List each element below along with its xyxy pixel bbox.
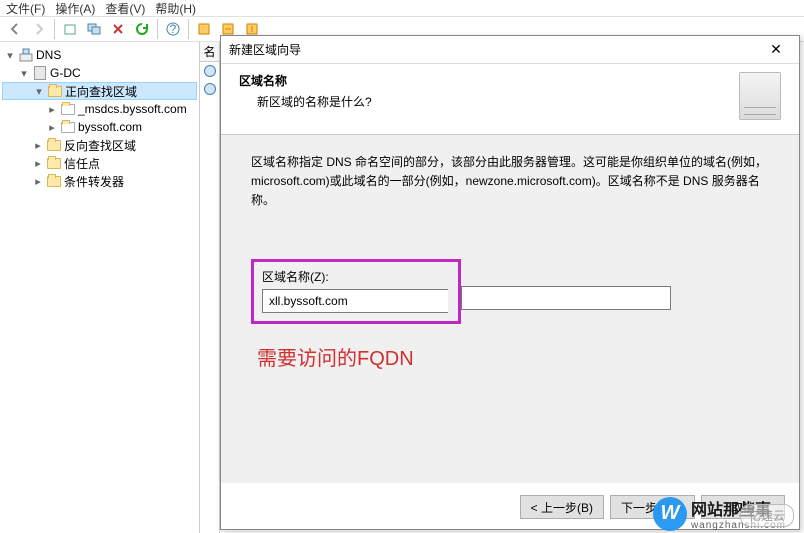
zone-name-input-ext[interactable] [461,286,671,310]
dialog-title: 新建区域向导 [229,41,301,58]
forward-icon[interactable] [28,18,50,40]
menu-bar: 文件(F) 操作(A) 查看(V) 帮助(H) [0,0,804,16]
delete-icon[interactable] [107,18,129,40]
tree-forward-zones[interactable]: ▾正向查找区域 [2,82,197,100]
tree-server[interactable]: ▾G-DC [2,64,197,82]
list-item[interactable] [200,62,219,80]
svg-text:?: ? [170,22,177,36]
help-icon[interactable]: ? [162,18,184,40]
tree-reverse-zones[interactable]: ▸反向查找区域 [2,136,197,154]
menu-action[interactable]: 操作(A) [55,0,95,17]
dialog-description: 区域名称指定 DNS 命名空间的部分，该部分由此服务器管理。这可能是你组织单位的… [251,153,769,211]
tree-trust-points[interactable]: ▸信任点 [2,154,197,172]
tree-zone-msdcs[interactable]: ▸_msdcs.byssoft.com [2,100,197,118]
menu-view[interactable]: 查看(V) [105,0,145,17]
refresh-icon[interactable] [131,18,153,40]
add-icon[interactable] [59,18,81,40]
list-header[interactable]: 名 [200,42,219,62]
menu-help[interactable]: 帮助(H) [155,0,196,17]
next-button[interactable]: 下一步(N) > [610,495,695,519]
tree-panel: ▾DNS ▾G-DC ▾正向查找区域 ▸_msdcs.byssoft.com ▸… [0,42,200,533]
back-button[interactable]: < 上一步(B) [520,495,604,519]
wizard-dialog: 新建区域向导 ✕ 区域名称 新区域的名称是什么? 区域名称指定 DNS 命名空间… [220,35,800,530]
back-icon[interactable] [4,18,26,40]
zone-name-label: 区域名称(Z): [262,268,450,285]
dialog-titlebar: 新建区域向导 ✕ [221,36,799,64]
list-column: 名 [200,42,220,533]
tool1-icon[interactable] [193,18,215,40]
zone-name-highlight: 区域名称(Z): [251,259,461,324]
tree-zone-byssoft[interactable]: ▸byssoft.com [2,118,197,136]
server-icon [739,72,781,120]
watermark-yisu: 亿速云 [740,504,794,527]
close-icon[interactable]: ✕ [761,40,791,60]
dialog-heading: 区域名称 [239,72,372,89]
tree-root-dns[interactable]: ▾DNS [2,46,197,64]
menu-file[interactable]: 文件(F) [6,0,45,17]
annotation-text: 需要访问的FQDN [257,342,769,371]
window-icon[interactable] [83,18,105,40]
zone-name-input[interactable] [262,289,448,313]
tree-conditional-fwd[interactable]: ▸条件转发器 [2,172,197,190]
list-item[interactable] [200,80,219,98]
dialog-subheading: 新区域的名称是什么? [257,93,372,110]
